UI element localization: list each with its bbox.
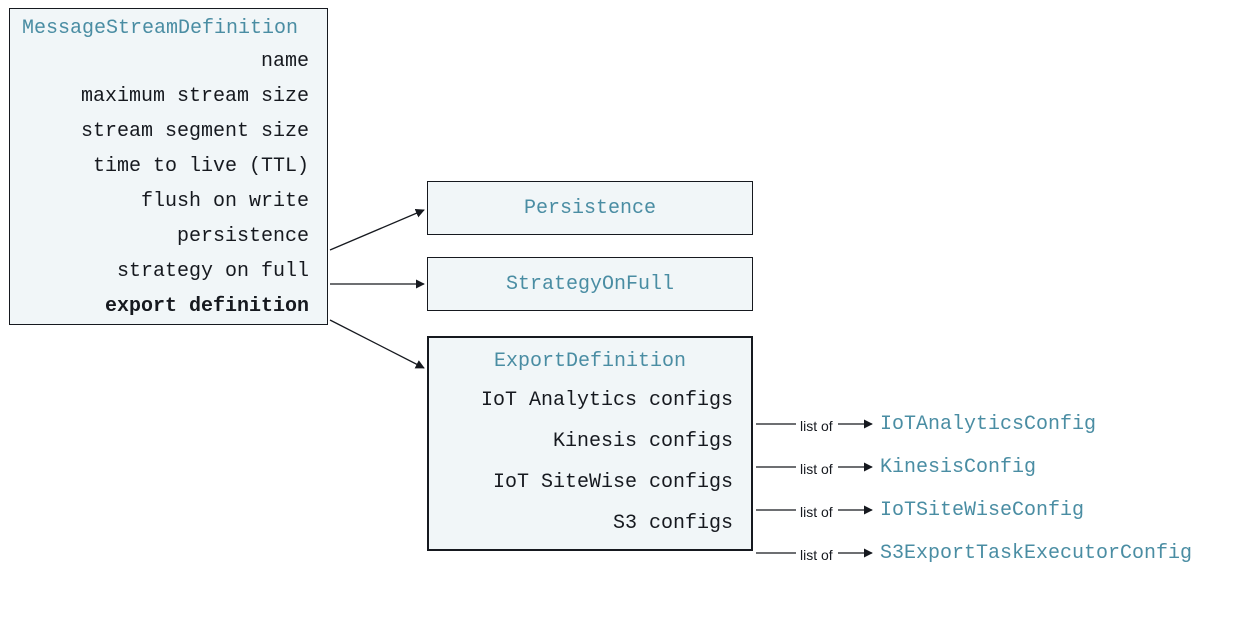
exportdef-item-iot-analytics: IoT Analytics configs (429, 377, 751, 418)
exportdef-item-iot-sitewise: IoT SiteWise configs (429, 459, 751, 500)
arrow-persistence (330, 210, 424, 250)
exportdef-item-s3: S3 configs (429, 500, 751, 549)
msd-item-export-def: export definition (10, 289, 327, 324)
listof-label-3: list of (800, 504, 833, 520)
type-kinesis: KinesisConfig (880, 456, 1036, 479)
msd-item-persistence: persistence (10, 219, 327, 254)
type-iot-analytics: IoTAnalyticsConfig (880, 413, 1096, 436)
arrow-exportdef (330, 320, 424, 368)
msd-item-segment-size: stream segment size (10, 114, 327, 149)
strategy-title: StrategyOnFull (506, 273, 674, 296)
message-stream-definition-box: MessageStreamDefinition name maximum str… (9, 8, 328, 325)
msd-item-max-stream-size: maximum stream size (10, 79, 327, 114)
type-iot-sitewise: IoTSiteWiseConfig (880, 499, 1084, 522)
msd-item-strategy: strategy on full (10, 254, 327, 289)
type-s3: S3ExportTaskExecutorConfig (880, 542, 1192, 565)
listof-label-1: list of (800, 418, 833, 434)
msd-item-ttl: time to live (TTL) (10, 149, 327, 184)
persistence-box: Persistence (427, 181, 753, 235)
listof-label-4: list of (800, 547, 833, 563)
msd-title: MessageStreamDefinition (10, 9, 327, 44)
listof-label-2: list of (800, 461, 833, 477)
msd-item-name: name (10, 44, 327, 79)
exportdef-item-kinesis: Kinesis configs (429, 418, 751, 459)
export-definition-box: ExportDefinition IoT Analytics configs K… (427, 336, 753, 551)
strategy-on-full-box: StrategyOnFull (427, 257, 753, 311)
exportdef-title: ExportDefinition (429, 338, 751, 377)
persistence-title: Persistence (524, 197, 656, 220)
msd-item-flush: flush on write (10, 184, 327, 219)
